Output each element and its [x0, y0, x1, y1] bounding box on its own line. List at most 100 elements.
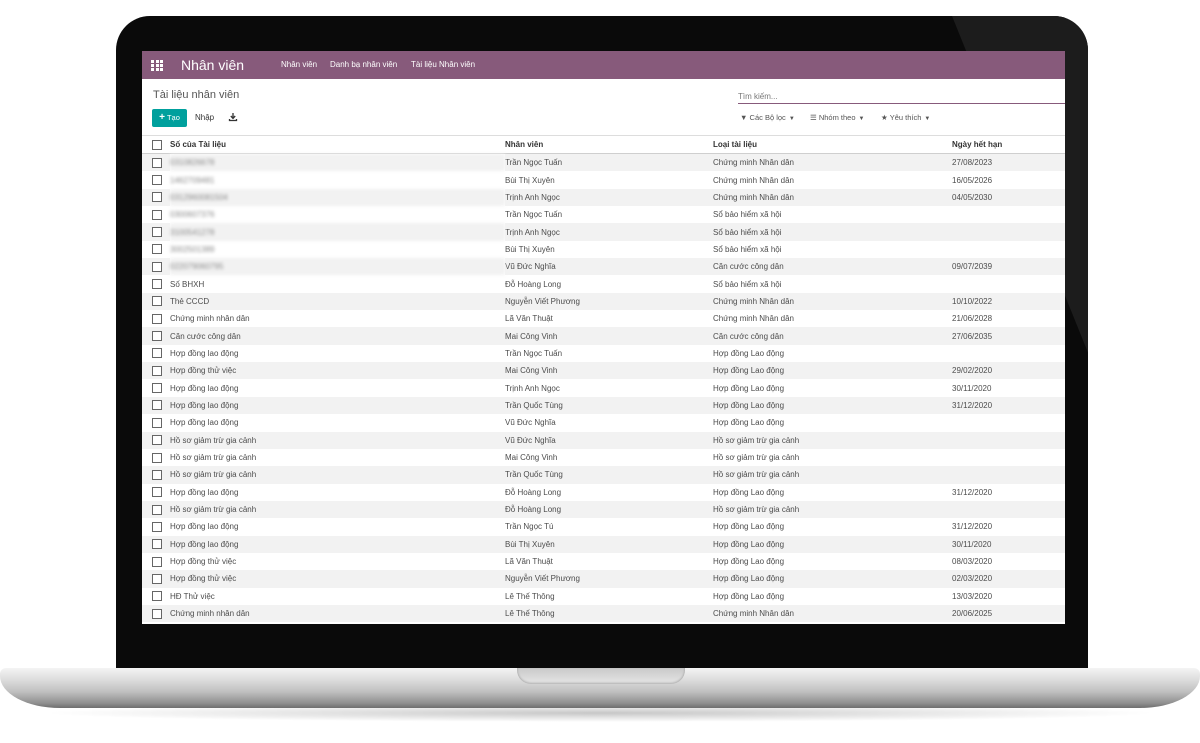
table-row[interactable]: Hợp đồng thử việc Mai Công Vinh Hợp đồng L… — [142, 362, 1065, 380]
row-checkbox[interactable] — [152, 175, 162, 186]
cell-document-number: Số BHXH — [170, 279, 205, 289]
column-employee[interactable]: Nhân viên — [505, 135, 713, 154]
group-by-dropdown[interactable]: ☰ Nhóm theo ▼ — [810, 113, 864, 122]
row-checkbox[interactable] — [152, 157, 162, 168]
menu-employee-documents[interactable]: Tài liệu Nhân viên — [411, 60, 475, 70]
top-navbar: Nhân viên Nhân viên Danh bạ nhân viên Tà… — [142, 51, 1065, 79]
cell-expiry-date — [952, 414, 1065, 431]
table-row[interactable]: Hợp đồng lao động Đỗ Hoàng Long Hợp đồng L… — [142, 484, 1065, 501]
row-checkbox[interactable] — [152, 244, 162, 255]
row-checkbox[interactable] — [152, 331, 162, 342]
cell-document-type: Hợp đồng Lao động — [713, 418, 785, 428]
row-checkbox[interactable] — [152, 417, 162, 428]
table-row[interactable]: Hợp đồng lao động Trịnh Anh Ngọc Hợp đồng … — [142, 379, 1065, 396]
apps-grid-icon[interactable] — [151, 60, 163, 71]
column-document-number[interactable]: Số của Tài liệu — [170, 135, 505, 154]
cell-expiry-date — [952, 466, 1065, 484]
favorites-label: Yêu thích — [889, 113, 922, 122]
cell-employee: Trần Ngọc Tuấn — [505, 153, 713, 172]
table-row[interactable]: 1462709481 Bùi Thị Xuyên Chứng minh Nhân d… — [142, 171, 1065, 188]
row-checkbox[interactable] — [152, 261, 162, 272]
cell-document-number: Hợp đồng lao động — [170, 418, 239, 428]
cell-employee: Lã Văn Thuật — [505, 314, 553, 324]
table-row[interactable]: Hợp đồng lao động Trần Quốc Tùng Hợp đồng … — [142, 396, 1065, 415]
search-input[interactable] — [738, 89, 1065, 104]
table-row[interactable]: Thẻ CCCD Nguyễn Viết Phương Chứng minh Nhâ… — [142, 292, 1065, 311]
row-checkbox[interactable] — [152, 591, 162, 602]
row-checkbox[interactable] — [152, 487, 162, 498]
table-row[interactable]: Hợp đồng lao động Vũ Đức Nghĩa Hợp đồng La… — [142, 414, 1065, 431]
table-row[interactable]: Hồ sơ giảm trừ gia cảnh Mai Công Vinh Hồ s… — [142, 449, 1065, 466]
cell-document-type: Hợp đồng Lao động — [713, 383, 785, 393]
table-row[interactable]: 3100541278 Trịnh Anh Ngọc Sổ bảo hiểm xã h… — [142, 223, 1065, 241]
row-checkbox[interactable] — [152, 296, 162, 307]
cell-expiry-date — [952, 206, 1065, 223]
select-all-checkbox[interactable] — [152, 139, 162, 150]
table-row[interactable]: Chứng minh nhân dân Lê Thế Thông Chứng min… — [142, 604, 1065, 623]
row-checkbox[interactable] — [152, 192, 162, 203]
table-row[interactable]: Hồ sơ giảm trừ gia cảnh Vũ Đức Nghĩa Hồ sơ… — [142, 431, 1065, 449]
cell-expiry-date — [952, 431, 1065, 449]
column-document-type[interactable]: Loại tài liệu — [713, 135, 952, 154]
row-checkbox[interactable] — [152, 435, 162, 446]
cell-document-number: HĐ Thử việc — [170, 591, 215, 601]
table-row[interactable]: Hợp đồng thử việc Nguyễn Viết Phương Hợp đ… — [142, 570, 1065, 588]
table-row[interactable]: 3002501389 Bùi Thị Xuyên Sổ bảo hiểm xã hộ… — [142, 241, 1065, 258]
table-row[interactable]: 0310826678 Trần Ngọc Tuấn Chứng minh Nhân … — [142, 153, 1065, 172]
cell-document-number: Hợp đồng lao động — [170, 348, 239, 358]
table-row[interactable]: Hồ sơ giảm trừ gia cảnh Trần Quốc Tùng Hồ … — [142, 466, 1065, 484]
cell-document-type: Hợp đồng Lao động — [713, 396, 952, 415]
table-row[interactable]: Chứng minh nhân dân Lã Văn Thuật Chứng min… — [142, 310, 1065, 327]
favorites-dropdown[interactable]: ★ Yêu thích ▼ — [881, 113, 930, 122]
row-checkbox[interactable] — [152, 279, 162, 290]
cell-expiry-date: 30/11/2020 — [952, 535, 1065, 553]
import-button[interactable]: Nhập — [195, 109, 214, 127]
row-checkbox[interactable] — [152, 313, 162, 324]
table-row[interactable]: 022079060795 Vũ Đức Nghĩa Căn cước công dâ… — [142, 258, 1065, 276]
table-row[interactable]: HĐ Thử việc Lê Thế Thông Hợp đồng Lao động… — [142, 588, 1065, 605]
cell-document-type: Hợp đồng Lao động — [713, 362, 952, 380]
cell-employee: Trịnh Anh Ngọc — [505, 188, 713, 207]
menu-employee-directory[interactable]: Danh bạ nhân viên — [330, 60, 397, 70]
row-checkbox[interactable] — [152, 227, 162, 238]
menu-employees[interactable]: Nhân viên — [281, 60, 317, 70]
cell-document-type: Hợp đồng Lao động — [713, 557, 785, 567]
create-button[interactable]: + Tạo — [152, 109, 187, 127]
row-checkbox[interactable] — [152, 365, 162, 376]
row-checkbox[interactable] — [152, 556, 162, 567]
download-icon[interactable] — [228, 110, 238, 124]
table-row[interactable]: Hợp đồng lao động Trần Ngọc Tú Hợp đồng La… — [142, 518, 1065, 535]
table-row[interactable]: 0300607376 Trần Ngọc Tuấn Sổ bảo hiểm xã h… — [142, 206, 1065, 223]
cell-document-number: 1462709481 — [170, 175, 215, 185]
row-checkbox[interactable] — [152, 209, 162, 220]
cell-document-number: Hợp đồng lao động — [170, 396, 505, 415]
row-checkbox[interactable] — [152, 504, 162, 515]
app-title[interactable]: Nhân viên — [181, 56, 244, 74]
row-checkbox[interactable] — [152, 452, 162, 463]
table-row[interactable]: Hợp đồng lao động Bùi Thị Xuyên Hợp đồng L… — [142, 535, 1065, 553]
cell-employee: Lê Thế Thông — [505, 604, 713, 623]
cell-expiry-date: 09/07/2039 — [952, 258, 1065, 276]
table-row[interactable]: Căn cước công dân Mai Công Vinh Căn cước c… — [142, 327, 1065, 345]
row-checkbox[interactable] — [152, 539, 162, 550]
cell-employee: Vũ Đức Nghĩa — [505, 431, 713, 449]
filters-dropdown[interactable]: ▼ Các Bộ lọc ▼ — [740, 113, 795, 122]
cell-document-number: Hợp đồng thử việc — [170, 570, 505, 588]
row-checkbox[interactable] — [152, 400, 162, 411]
cell-document-type: Hồ sơ giảm trừ gia cảnh — [713, 466, 952, 484]
row-checkbox[interactable] — [152, 608, 162, 619]
column-expiry-date[interactable]: Ngày hết hạn — [952, 135, 1065, 154]
row-checkbox[interactable] — [152, 521, 162, 532]
cell-document-type: Hợp đồng Lao động — [713, 522, 785, 532]
table-row[interactable]: Hợp đồng thử việc Lã Văn Thuật Hợp đồng La… — [142, 553, 1065, 570]
caret-down-icon: ▼ — [788, 116, 795, 122]
cell-document-number: 0300607376 — [170, 210, 215, 220]
row-checkbox[interactable] — [152, 469, 162, 480]
row-checkbox[interactable] — [152, 348, 162, 359]
row-checkbox[interactable] — [152, 573, 162, 584]
table-row[interactable]: 0312960081504 Trịnh Anh Ngọc Chứng minh Nh… — [142, 188, 1065, 207]
table-row[interactable]: Hồ sơ giảm trừ gia cảnh Đỗ Hoàng Long Hồ s… — [142, 500, 1065, 519]
row-checkbox[interactable] — [152, 383, 162, 394]
table-row[interactable]: Số BHXH Đỗ Hoàng Long Sổ bảo hiểm xã hội — [142, 275, 1065, 292]
table-row[interactable]: Hợp đồng lao động Trần Ngọc Tuấn Hợp đồng … — [142, 345, 1065, 362]
